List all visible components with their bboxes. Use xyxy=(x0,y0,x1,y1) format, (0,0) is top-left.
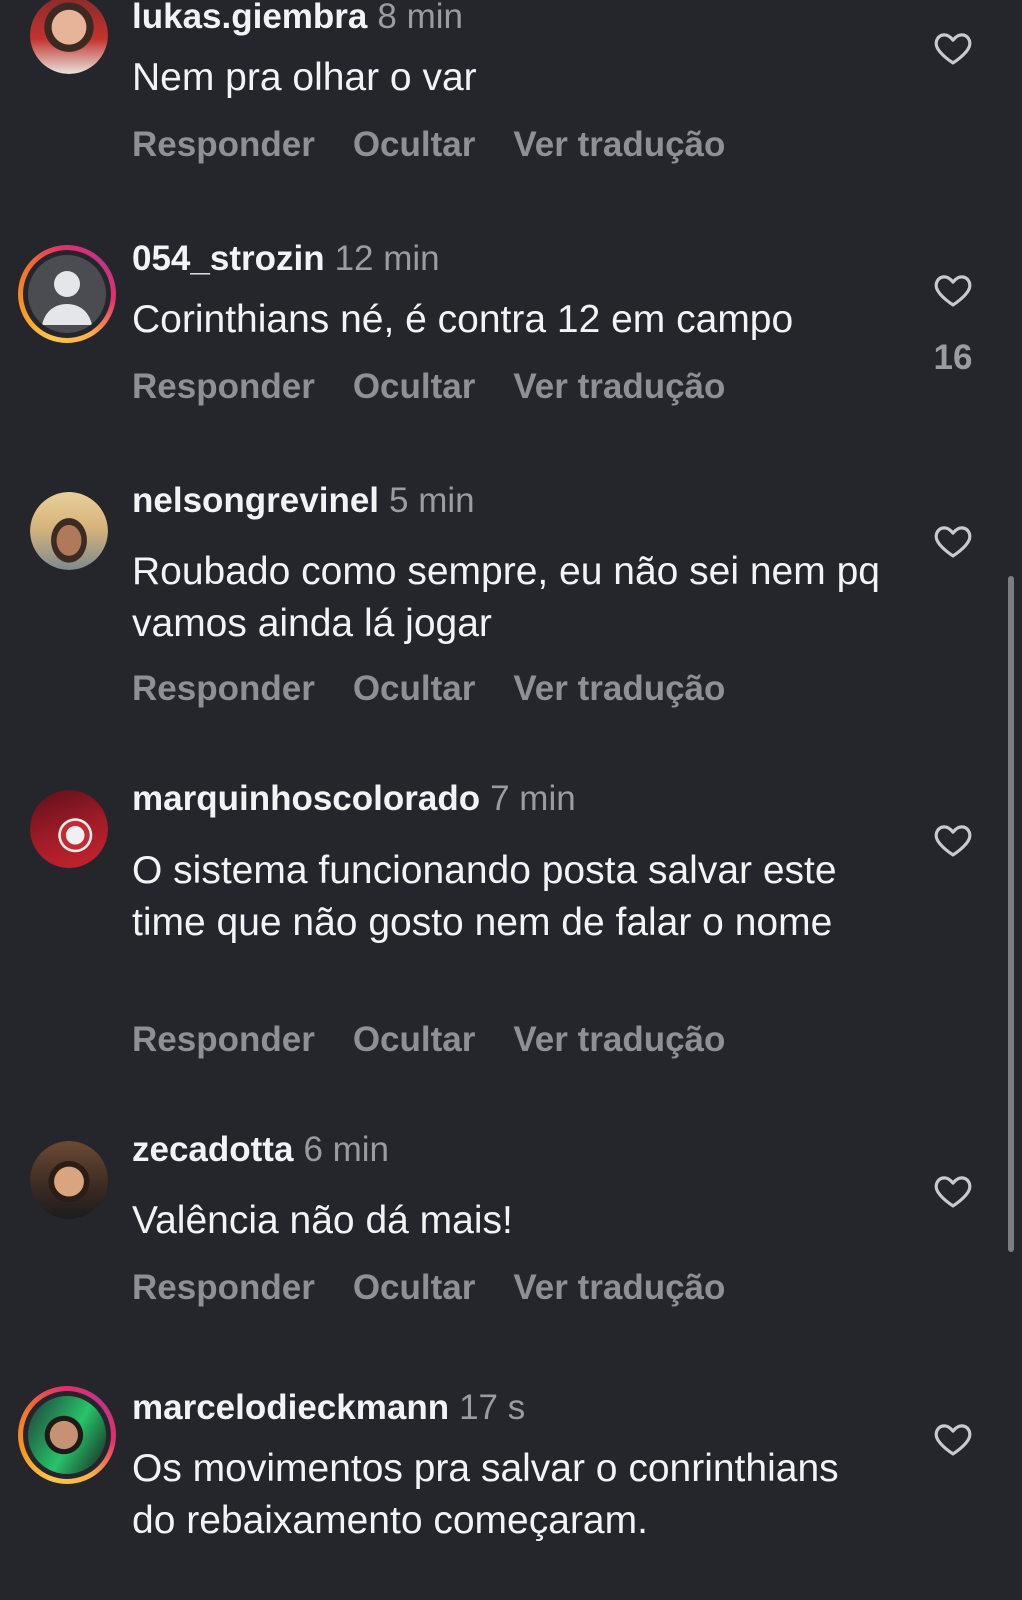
heart-outline-icon[interactable] xyxy=(932,1170,974,1212)
comment-text: Nem pra olhar o var xyxy=(132,56,477,99)
comment-header: 054_strozin 12 min xyxy=(132,238,440,280)
hide-button[interactable]: Ocultar xyxy=(353,125,476,164)
avatar[interactable] xyxy=(30,492,108,570)
comment-header: lukas.giembra 8 min xyxy=(132,0,463,38)
username[interactable]: zecadotta xyxy=(132,1130,293,1169)
hide-button[interactable]: Ocultar xyxy=(353,669,476,708)
comment-header: zecadotta 6 min xyxy=(132,1129,389,1171)
timestamp: 7 min xyxy=(490,779,576,818)
reply-button[interactable]: Responder xyxy=(132,1020,315,1059)
comment-text: Valência não dá mais! xyxy=(132,1199,513,1242)
default-avatar-icon xyxy=(42,271,92,325)
username[interactable]: nelsongrevinel xyxy=(132,481,379,520)
timestamp: 8 min xyxy=(377,0,463,36)
comment-header: marcelodieckmann 17 s xyxy=(132,1387,525,1429)
translate-button[interactable]: Ver tradução xyxy=(513,125,725,164)
avatar[interactable] xyxy=(18,1386,116,1484)
hide-button[interactable]: Ocultar xyxy=(353,367,476,406)
translate-button[interactable]: Ver tradução xyxy=(513,1020,725,1059)
heart-outline-icon[interactable] xyxy=(932,269,974,311)
reply-button[interactable]: Responder xyxy=(132,1268,315,1307)
comment-header: marquinhoscolorado 7 min xyxy=(132,778,576,820)
timestamp: 5 min xyxy=(389,481,475,520)
reply-button[interactable]: Responder xyxy=(132,669,315,708)
hide-button[interactable]: Ocultar xyxy=(353,1020,476,1059)
comment-actions: Responder Ocultar Ver tradução xyxy=(132,366,763,408)
reply-button[interactable]: Responder xyxy=(132,125,315,164)
heart-outline-icon[interactable] xyxy=(932,27,974,69)
like-count: 16 xyxy=(933,338,973,377)
avatar[interactable] xyxy=(30,1141,108,1219)
comment-actions: Responder Ocultar Ver tradução xyxy=(132,668,763,710)
comment-text: Os movimentos pra salvar o conrinthians … xyxy=(132,1447,839,1542)
avatar[interactable] xyxy=(30,790,108,868)
heart-outline-icon[interactable] xyxy=(932,819,974,861)
heart-outline-icon[interactable] xyxy=(932,1418,974,1460)
translate-button[interactable]: Ver tradução xyxy=(513,1268,725,1307)
comment-header: nelsongrevinel 5 min xyxy=(132,480,475,522)
translate-button[interactable]: Ver tradução xyxy=(513,669,725,708)
avatar[interactable] xyxy=(30,0,108,74)
timestamp: 12 min xyxy=(334,239,440,278)
comment-text: O sistema funcionando posta salvar este … xyxy=(132,849,837,944)
comment-actions: Responder Ocultar Ver tradução xyxy=(132,124,763,166)
username[interactable]: 054_strozin xyxy=(132,239,325,278)
timestamp: 17 s xyxy=(459,1388,526,1427)
comment-actions: Responder Ocultar Ver tradução xyxy=(132,1267,763,1309)
comment-actions: Responder Ocultar Ver tradução xyxy=(132,1019,763,1061)
hide-button[interactable]: Ocultar xyxy=(353,1268,476,1307)
scrollbar[interactable] xyxy=(1008,576,1014,1252)
heart-outline-icon[interactable] xyxy=(932,520,974,562)
comment-text: Corinthians né, é contra 12 em campo xyxy=(132,298,794,341)
username[interactable]: lukas.giembra xyxy=(132,0,367,36)
translate-button[interactable]: Ver tradução xyxy=(513,367,725,406)
reply-button[interactable]: Responder xyxy=(132,367,315,406)
avatar[interactable] xyxy=(18,245,116,343)
timestamp: 6 min xyxy=(303,1130,390,1169)
comment-text: Roubado como sempre, eu não sei nem pq v… xyxy=(132,550,880,645)
username[interactable]: marquinhoscolorado xyxy=(132,779,480,818)
username[interactable]: marcelodieckmann xyxy=(132,1388,449,1427)
